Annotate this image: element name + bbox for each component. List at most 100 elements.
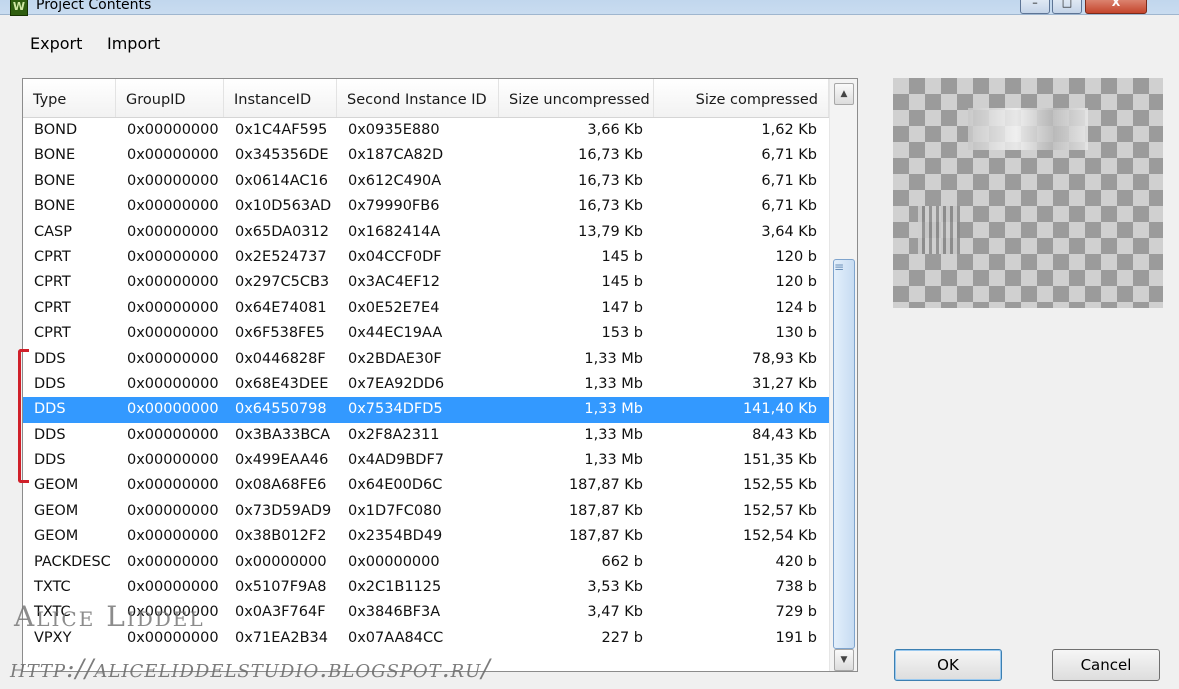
table-row[interactable]: GEOM 0x00000000 0x38B012F2 0x2354BD49 187,87… <box>23 524 829 549</box>
close-button[interactable]: X <box>1085 0 1147 14</box>
cell-instanceid: 0x2E524737 <box>235 248 327 265</box>
cell-size-uncompressed: 147 b <box>601 299 644 316</box>
vertical-scrollbar[interactable]: ▲ ≡ ▼ <box>829 79 857 671</box>
cell-size-uncompressed: 187,87 Kb <box>568 502 643 519</box>
cell-instanceid: 0x64550798 <box>235 401 327 418</box>
table-row[interactable]: TXTC 0x00000000 0x5107F9A8 0x2C1B1125 3,53 K… <box>23 575 829 600</box>
cell-second-instance-id: 0x612C490A <box>348 172 442 189</box>
ok-button[interactable]: OK <box>894 649 1002 681</box>
watermark-url: http://aliceliddelstudio.blogspot.ru/ <box>10 654 491 683</box>
cell-size-compressed: 1,62 Kb <box>761 122 817 138</box>
cell-groupid: 0x00000000 <box>127 553 219 570</box>
cell-instanceid: 0x38B012F2 <box>235 528 327 545</box>
cell-groupid: 0x00000000 <box>127 299 219 316</box>
cell-instanceid: 0x64E74081 <box>235 299 327 316</box>
menu-bar: Export Import <box>0 28 1179 60</box>
cell-type: BONE <box>34 172 76 189</box>
cell-instanceid: 0x00000000 <box>235 553 327 570</box>
cell-groupid: 0x00000000 <box>127 528 219 545</box>
table-row[interactable]: DDS 0x00000000 0x68E43DEE 0x7EA92DD6 1,33 Mb… <box>23 372 829 397</box>
cell-size-compressed: 124 b <box>775 299 818 316</box>
title-bar: W Project Contents – □ X <box>0 0 1179 16</box>
cell-size-uncompressed: 16,73 Kb <box>578 172 643 189</box>
minimize-button[interactable]: – <box>1020 0 1050 14</box>
cell-second-instance-id: 0x2BDAE30F <box>348 350 442 367</box>
table-row[interactable]: BOND 0x00000000 0x1C4AF595 0x0935E880 3,66 K… <box>23 118 829 143</box>
cell-size-uncompressed: 1,33 Mb <box>584 426 643 443</box>
cell-groupid: 0x00000000 <box>127 579 219 596</box>
table-row[interactable]: GEOM 0x00000000 0x08A68FE6 0x64E00D6C 187,87… <box>23 473 829 498</box>
cell-size-compressed: 6,71 Kb <box>761 198 817 215</box>
menu-export[interactable]: Export <box>30 34 82 53</box>
maximize-button[interactable]: □ <box>1052 0 1082 14</box>
cell-instanceid: 0x499EAA46 <box>235 452 329 469</box>
cell-instanceid: 0x68E43DEE <box>235 375 329 392</box>
annotation-bracket <box>18 349 29 483</box>
texture-thumbnail-a <box>968 108 1088 150</box>
cell-size-compressed: 191 b <box>775 629 818 646</box>
column-header-instanceid[interactable]: InstanceID <box>224 79 337 117</box>
cell-groupid: 0x00000000 <box>127 198 219 215</box>
cell-second-instance-id: 0x7EA92DD6 <box>348 375 445 392</box>
table-row[interactable]: CPRT 0x00000000 0x64E74081 0x0E52E7E4 147 b 1… <box>23 296 829 321</box>
cell-size-compressed: 31,27 Kb <box>752 375 817 392</box>
cell-size-compressed: 141,40 Kb <box>742 401 817 418</box>
column-header-type[interactable]: Type <box>23 79 116 117</box>
cell-size-uncompressed: 1,33 Mb <box>584 350 643 367</box>
cell-instanceid: 0x71EA2B34 <box>235 629 328 646</box>
column-header-second-instance-id[interactable]: Second Instance ID <box>337 79 499 117</box>
table-row[interactable]: DDS 0x00000000 0x0446828F 0x2BDAE30F 1,33 Mb… <box>23 347 829 372</box>
cell-size-uncompressed: 1,33 Mb <box>584 375 643 392</box>
table-row-selected[interactable]: DDS 0x00000000 0x64550798 0x7534DFD5 1,33 Mb… <box>23 397 829 423</box>
scroll-up-button[interactable]: ▲ <box>834 83 854 105</box>
cell-type: BOND <box>34 122 78 138</box>
table-row[interactable]: CPRT 0x00000000 0x6F538FE5 0x44EC19AA 153 b 1… <box>23 321 829 346</box>
table-row[interactable]: GEOM 0x00000000 0x73D59AD9 0x1D7FC080 187,87… <box>23 499 829 524</box>
table-row[interactable]: BONE 0x00000000 0x0614AC16 0x612C490A 16,73 … <box>23 169 829 194</box>
scroll-thumb[interactable] <box>833 259 855 649</box>
column-header-size-uncompressed[interactable]: Size uncompressed <box>499 79 654 117</box>
table-row[interactable]: DDS 0x00000000 0x3BA33BCA 0x2F8A2311 1,33 Mb… <box>23 423 829 448</box>
cell-type: BONE <box>34 198 76 215</box>
cell-second-instance-id: 0x2354BD49 <box>348 528 443 545</box>
table-row[interactable]: PACKDESC 0x00000000 0x00000000 0x00000000 66… <box>23 550 829 575</box>
cell-size-uncompressed: 1,33 Mb <box>584 401 643 418</box>
cell-size-uncompressed: 3,47 Kb <box>587 604 643 621</box>
cell-type: GEOM <box>34 477 79 494</box>
app-icon: W <box>10 0 28 16</box>
cell-type: DDS <box>34 452 66 469</box>
cell-instanceid: 0x297C5CB3 <box>235 274 330 291</box>
cell-groupid: 0x00000000 <box>127 147 219 164</box>
table-row[interactable]: DDS 0x00000000 0x499EAA46 0x4AD9BDF7 1,33 Mb… <box>23 448 829 473</box>
cell-instanceid: 0x1C4AF595 <box>235 122 328 138</box>
cell-second-instance-id: 0x7534DFD5 <box>348 401 443 418</box>
window-title: Project Contents <box>36 0 152 13</box>
cell-size-compressed: 151,35 Kb <box>742 452 817 469</box>
cell-size-compressed: 6,71 Kb <box>761 172 817 189</box>
table-row[interactable]: BONE 0x00000000 0x345356DE 0x187CA82D 16,73 … <box>23 143 829 168</box>
table-row[interactable]: CASP 0x00000000 0x65DA0312 0x1682414A 13,79 … <box>23 220 829 245</box>
cell-second-instance-id: 0x0935E880 <box>348 122 440 138</box>
table-row[interactable]: BONE 0x00000000 0x10D563AD 0x79990FB6 16,73 … <box>23 194 829 219</box>
cell-type: DDS <box>34 426 66 443</box>
cell-instanceid: 0x0614AC16 <box>235 172 328 189</box>
menu-import[interactable]: Import <box>107 34 160 53</box>
table-row[interactable]: CPRT 0x00000000 0x2E524737 0x04CCF0DF 145 b 1… <box>23 245 829 270</box>
cell-type: CPRT <box>34 248 71 265</box>
column-header-groupid[interactable]: GroupID <box>116 79 224 117</box>
cell-groupid: 0x00000000 <box>127 350 219 367</box>
table-body: BOND 0x00000000 0x1C4AF595 0x0935E880 3,66 K… <box>23 118 829 651</box>
cell-type: CPRT <box>34 299 71 316</box>
column-header-size-compressed[interactable]: Size compressed <box>654 79 829 117</box>
scroll-down-button[interactable]: ▼ <box>834 649 854 671</box>
cancel-button[interactable]: Cancel <box>1052 649 1160 681</box>
cell-instanceid: 0x08A68FE6 <box>235 477 327 494</box>
cell-second-instance-id: 0x0E52E7E4 <box>348 299 440 316</box>
cell-size-compressed: 120 b <box>775 274 818 291</box>
cell-second-instance-id: 0x1D7FC080 <box>348 502 442 519</box>
cell-type: DDS <box>34 350 66 367</box>
cell-type: GEOM <box>34 502 79 519</box>
cell-groupid: 0x00000000 <box>127 426 219 443</box>
table-row[interactable]: CPRT 0x00000000 0x297C5CB3 0x3AC4EF12 145 b 1… <box>23 270 829 295</box>
cell-instanceid: 0x73D59AD9 <box>235 502 332 519</box>
